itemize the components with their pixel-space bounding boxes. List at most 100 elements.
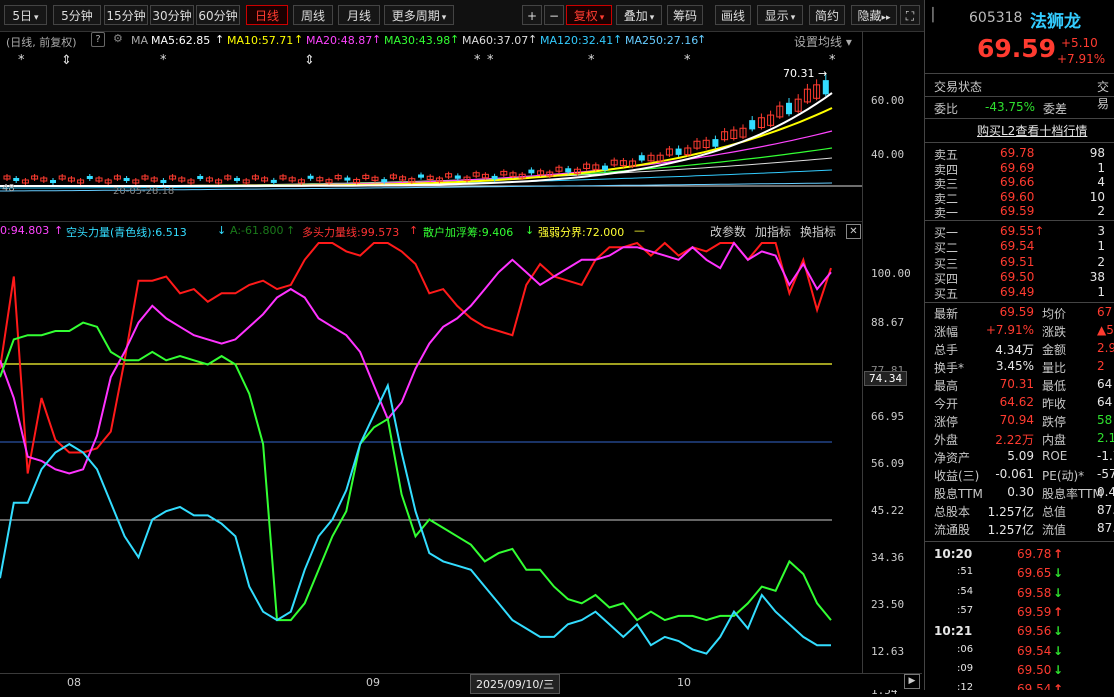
zoom-out-button[interactable]: − bbox=[544, 5, 564, 25]
quote-row: 最高 70.31 最低 64 bbox=[925, 377, 1114, 395]
period-weekly-button[interactable]: 周线 bbox=[293, 5, 333, 25]
event-marker-icon: * bbox=[474, 53, 481, 68]
order-price: 69.59 bbox=[1000, 204, 1035, 218]
quote-label: 涨跌 bbox=[1042, 325, 1067, 339]
weibi-value: -43.75% bbox=[985, 100, 1036, 114]
scroll-right-icon[interactable]: ▶ bbox=[904, 674, 920, 689]
ma-label: MA bbox=[131, 34, 149, 47]
event-marker-icon: * bbox=[487, 53, 494, 68]
quote-value: 3.45% bbox=[995, 359, 1034, 373]
add-indicator-button[interactable]: 加指标 bbox=[755, 223, 791, 240]
order-volume: 1 bbox=[1097, 285, 1105, 300]
tick-price: 69.56 bbox=[1017, 624, 1052, 639]
tick-price: 69.54 bbox=[1017, 643, 1052, 658]
y-tick: 66.95 bbox=[871, 410, 905, 423]
quote-row: 涨幅 +7.91% 涨跌 ▲5 bbox=[925, 323, 1114, 341]
close-icon[interactable]: ✕ bbox=[846, 224, 861, 239]
display-dropdown[interactable]: 显示 ▾ bbox=[757, 5, 803, 25]
y-tick: 12.63 bbox=[871, 645, 905, 658]
tick-time: :09 bbox=[957, 662, 974, 674]
change-params-button[interactable]: 改参数 bbox=[710, 223, 746, 240]
tick-price: 69.50 bbox=[1017, 662, 1052, 677]
legend-dash: — bbox=[634, 224, 645, 237]
quote-value: 4.34万 bbox=[995, 343, 1034, 357]
tick-row: :06 69.54 ↓ bbox=[925, 644, 1114, 662]
candles bbox=[3, 74, 829, 185]
period-5min-button[interactable]: 5分钟 bbox=[53, 5, 101, 25]
legend-item-magenta: 0:94.803 bbox=[0, 224, 50, 237]
gear-icon[interactable]: ⚙ bbox=[113, 32, 123, 45]
more-periods-dropdown[interactable]: 更多周期 ▾ bbox=[384, 5, 454, 25]
buy-l2-link[interactable]: 购买L2查看十档行情 bbox=[977, 122, 1087, 139]
order-price: 69.60 bbox=[1000, 189, 1035, 204]
help-icon[interactable]: ? bbox=[91, 32, 105, 47]
period-daily-button[interactable]: 日线 bbox=[246, 5, 288, 25]
ma250-value: MA250:27.16 bbox=[625, 34, 699, 47]
period-monthly-button[interactable]: 月线 bbox=[338, 5, 380, 25]
ma-line bbox=[0, 130, 833, 187]
order-volume: 1 bbox=[1097, 160, 1105, 175]
quote-value: 87.4 bbox=[1097, 503, 1114, 517]
event-marker-icon: ⇕ bbox=[304, 53, 315, 68]
tick-price: 69.59 bbox=[1017, 604, 1052, 619]
quote-label: 流值 bbox=[1042, 523, 1067, 537]
arrow-up-icon: ↑ bbox=[697, 33, 707, 46]
indicator-chart[interactable] bbox=[0, 221, 862, 673]
chips-button[interactable]: 筹码 bbox=[667, 5, 703, 25]
tick-time: :06 bbox=[957, 643, 974, 655]
quote-value: -0.061 bbox=[995, 467, 1034, 481]
quote-row: 股息TTM 0.30 股息率TTM0.4 bbox=[925, 485, 1114, 503]
status-value: 交易 bbox=[1097, 80, 1110, 111]
event-marker-icon: * bbox=[160, 53, 167, 68]
ma60-value: MA60:37.07 bbox=[462, 34, 529, 47]
order-volume: 2 bbox=[1097, 254, 1105, 269]
candlestick-chart[interactable]: * ⇕ * ⇕ * * * * * 70.31 → 20-05-28.18 48 bbox=[0, 31, 862, 221]
arrow-right-icon: → bbox=[818, 67, 827, 80]
quote-value: 70.94 bbox=[999, 413, 1034, 427]
order-price: 69.66 bbox=[1000, 175, 1035, 189]
period-15min-button[interactable]: 15分钟 bbox=[104, 5, 148, 25]
status-label: 交易状态 bbox=[934, 80, 983, 94]
y-tick: 56.09 bbox=[871, 457, 905, 470]
ma120-value: MA120:32.41 bbox=[540, 34, 614, 47]
period-5day-button[interactable]: 5日 ▾ bbox=[4, 5, 47, 25]
order-price: 69.55↑ bbox=[1000, 224, 1045, 238]
quote-label: 总手 bbox=[934, 343, 959, 357]
switch-indicator-button[interactable]: 换指标 bbox=[800, 223, 836, 240]
arrow-up-icon: ↑ bbox=[286, 224, 296, 237]
back-icon[interactable]: │ bbox=[929, 8, 937, 23]
arrow-up-icon: ↑ bbox=[54, 224, 64, 237]
price-change-pct: +7.91% bbox=[1057, 52, 1106, 66]
quote-value: 5.09 bbox=[1007, 449, 1034, 463]
legend-item-retail-float: 散户加浮筹:9.406 bbox=[423, 226, 514, 239]
event-marker-icon: * bbox=[18, 53, 25, 68]
y-tick: 34.36 bbox=[871, 551, 905, 564]
stock-name[interactable]: 法狮龙 bbox=[1030, 7, 1081, 32]
quote-label: 均价 bbox=[1042, 307, 1067, 321]
quote-label: 昨收 bbox=[1042, 397, 1067, 411]
tick-arrow-icon: ↓ bbox=[1053, 566, 1064, 581]
buy-order-row[interactable]: 买五 69.49 1 bbox=[925, 285, 1114, 303]
fullscreen-icon[interactable]: ⛶ bbox=[900, 5, 920, 25]
fuquan-dropdown[interactable]: 复权 ▾ bbox=[566, 5, 612, 25]
legend-item-bull-power: 多头力量线:99.573 bbox=[302, 226, 400, 239]
order-volume: 1 bbox=[1097, 239, 1105, 254]
chart-mode-label: (日线, 前复权) bbox=[6, 36, 77, 49]
quote-label: 跌停 bbox=[1042, 415, 1067, 429]
period-60min-button[interactable]: 60分钟 bbox=[196, 5, 240, 25]
period-30min-button[interactable]: 30分钟 bbox=[150, 5, 194, 25]
quote-label: PE(动)* bbox=[1042, 469, 1085, 483]
date-overlay: 20-05-28.18 bbox=[113, 186, 174, 197]
zoom-in-button[interactable]: + bbox=[522, 5, 542, 25]
quote-row: 总手 4.34万金额 2.9 bbox=[925, 341, 1114, 359]
left-edge-value: 48 bbox=[2, 183, 15, 194]
ma-settings-dropdown[interactable]: 设置均线 ▾ bbox=[794, 33, 852, 50]
hide-button[interactable]: 隐藏▸▸ bbox=[851, 5, 897, 25]
y-tick: 100.00 bbox=[871, 267, 911, 280]
draw-line-button[interactable]: 画线 bbox=[715, 5, 751, 25]
quote-label: 流通股 bbox=[934, 523, 971, 537]
quote-row: 外盘 2.22万内盘 2.1 bbox=[925, 431, 1114, 449]
overlay-dropdown[interactable]: 叠加 ▾ bbox=[616, 5, 662, 25]
order-volume: 4 bbox=[1097, 175, 1105, 189]
simple-mode-button[interactable]: 简约 bbox=[809, 5, 845, 25]
